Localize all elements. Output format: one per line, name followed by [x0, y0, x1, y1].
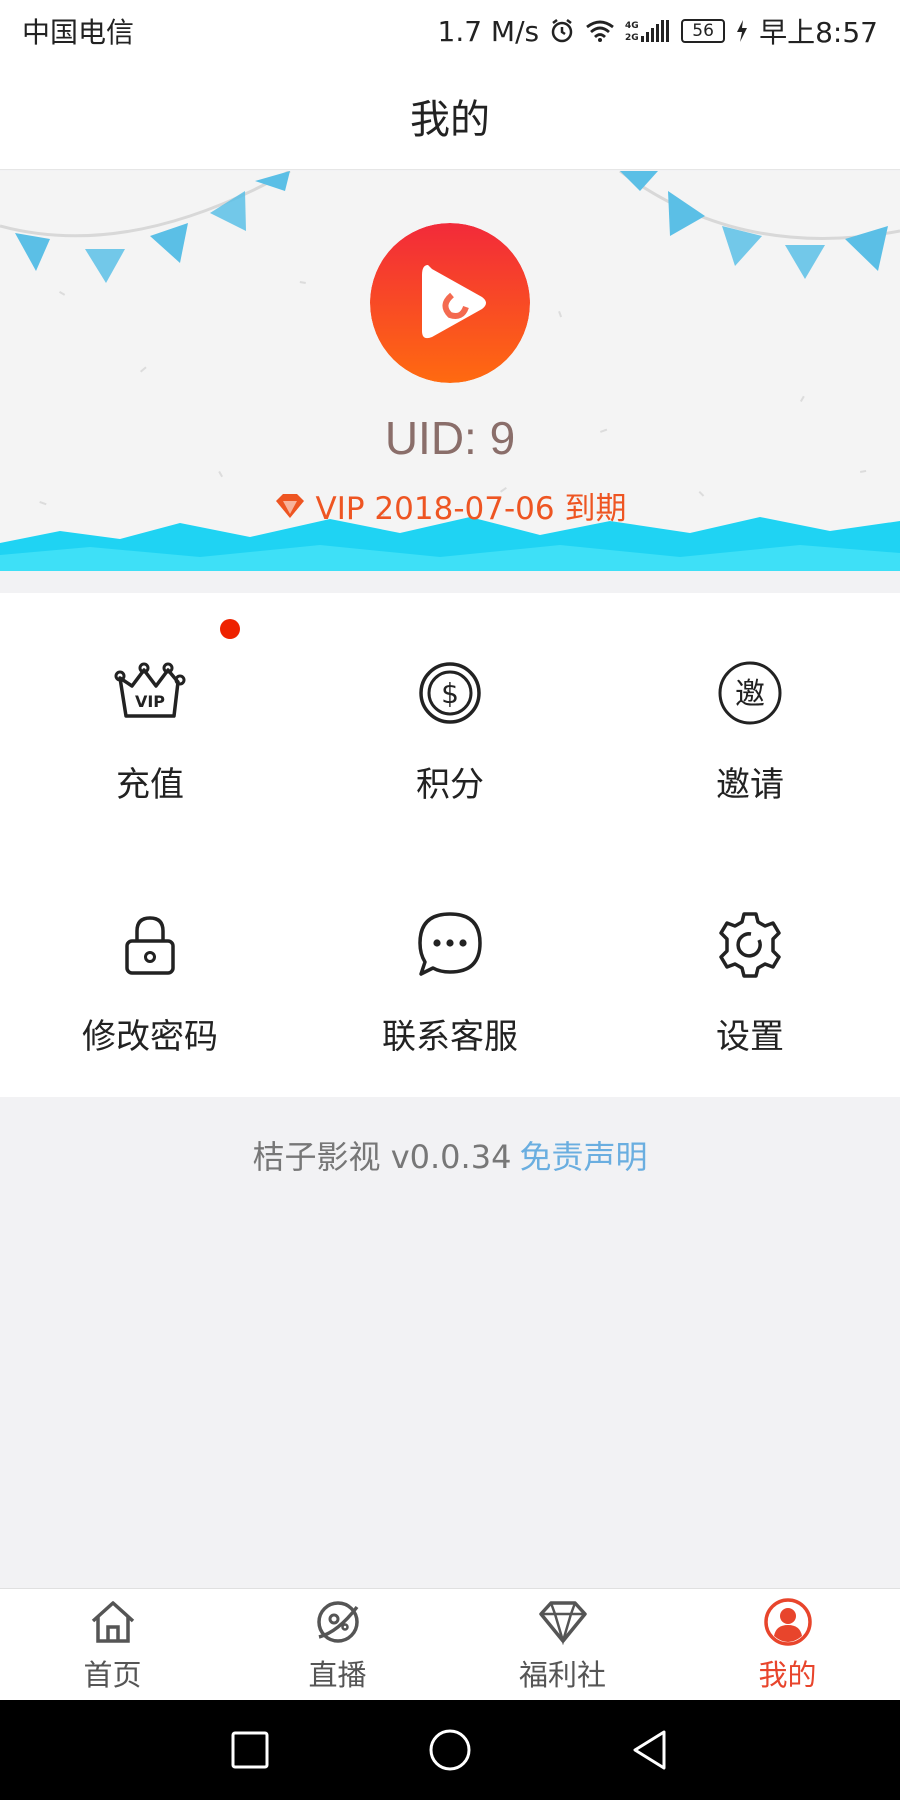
menu-item-settings[interactable]: 设置: [600, 845, 900, 1097]
home-button[interactable]: [425, 1725, 475, 1775]
recent-apps-button[interactable]: [225, 1725, 275, 1775]
back-button[interactable]: [625, 1725, 675, 1775]
menu-item-label: 联系客服: [382, 1017, 518, 1057]
tab-label: 首页: [83, 1657, 142, 1692]
wifi-icon: [585, 19, 615, 43]
battery-indicator: 56: [681, 19, 726, 43]
lock-icon: [110, 905, 190, 985]
charging-icon: [735, 19, 749, 43]
invite-icon: 邀: [710, 653, 790, 733]
system-nav-bar: [0, 1700, 900, 1800]
vip-crown-icon: VIP: [110, 653, 190, 733]
menu-item-label: 修改密码: [82, 1017, 218, 1057]
svg-text:4G: 4G: [625, 21, 639, 31]
menu-item-change-password[interactable]: 修改密码: [0, 845, 300, 1097]
profile-icon: [762, 1596, 814, 1648]
disclaimer-link[interactable]: 免责声明: [519, 1138, 647, 1176]
tab-label: 直播: [308, 1657, 367, 1692]
tab-welfare[interactable]: 福利社: [450, 1589, 675, 1700]
invite-icon-glyph: 邀: [735, 677, 765, 712]
clock: 早上8:57: [759, 16, 878, 49]
app-info: 桔子影视 v0.0.34 免责声明: [0, 1132, 900, 1178]
app-root: 中国电信 1.7 M/s 4G 2G 56 早上8:57 我的 UID: 9 V…: [0, 0, 900, 1800]
status-indicators: 1.7 M/s 4G 2G 56 早上8:57: [438, 11, 879, 51]
user-id: UID: 9: [384, 412, 516, 464]
vip-status: VIP 2018-07-06 到期: [0, 483, 900, 528]
cellular-signal-icon: 4G 2G: [625, 18, 671, 44]
tab-label: 福利社: [518, 1657, 606, 1692]
avatar[interactable]: [370, 223, 530, 383]
menu-item-invite[interactable]: 邀 邀请: [600, 593, 900, 845]
page-title: 我的: [410, 96, 490, 143]
notification-dot: [220, 619, 240, 639]
menu-item-recharge[interactable]: VIP 充值: [0, 593, 300, 845]
svg-text:VIP: VIP: [135, 692, 165, 711]
tab-home[interactable]: 首页: [0, 1589, 225, 1700]
menu-item-label: 邀请: [716, 765, 784, 805]
diamond-icon: [537, 1596, 589, 1648]
menu-item-label: 充值: [116, 765, 184, 805]
vip-expiry: VIP 2018-07-06 到期: [315, 491, 627, 527]
status-bar: 中国电信 1.7 M/s 4G 2G 56 早上8:57: [0, 0, 900, 62]
menu-item-label: 设置: [716, 1017, 784, 1057]
vip-diamond-icon: [275, 493, 304, 518]
home-icon: [87, 1596, 139, 1648]
dollar-coin-icon: $: [410, 653, 490, 733]
tab-live[interactable]: 直播: [225, 1589, 450, 1700]
app-version: 桔子影视 v0.0.34: [252, 1138, 512, 1176]
carrier-label: 中国电信: [22, 16, 135, 49]
planet-icon: [312, 1596, 364, 1648]
tab-label: 我的: [758, 1657, 817, 1692]
profile-banner: UID: 9 VIP 2018-07-06 到期: [0, 171, 900, 571]
svg-text:$: $: [441, 677, 459, 710]
network-speed: 1.7 M/s: [437, 14, 540, 48]
menu-item-label: 积分: [416, 765, 484, 805]
svg-text:2G: 2G: [625, 33, 639, 43]
chat-bubble-icon: [410, 905, 490, 985]
menu-item-points[interactable]: $ 积分: [300, 593, 600, 845]
menu-item-customer-service[interactable]: 联系客服: [300, 845, 600, 1097]
alarm-icon: [549, 18, 575, 44]
bottom-tab-bar: 首页 直播 福利社 我的: [0, 1588, 900, 1700]
tab-mine[interactable]: 我的: [675, 1589, 900, 1700]
gear-icon: [710, 905, 790, 985]
page-header: 我的: [0, 62, 900, 170]
menu-grid: VIP 充值 $ 积分 邀 邀请 修改密码 联系客服 设置: [0, 593, 900, 1097]
